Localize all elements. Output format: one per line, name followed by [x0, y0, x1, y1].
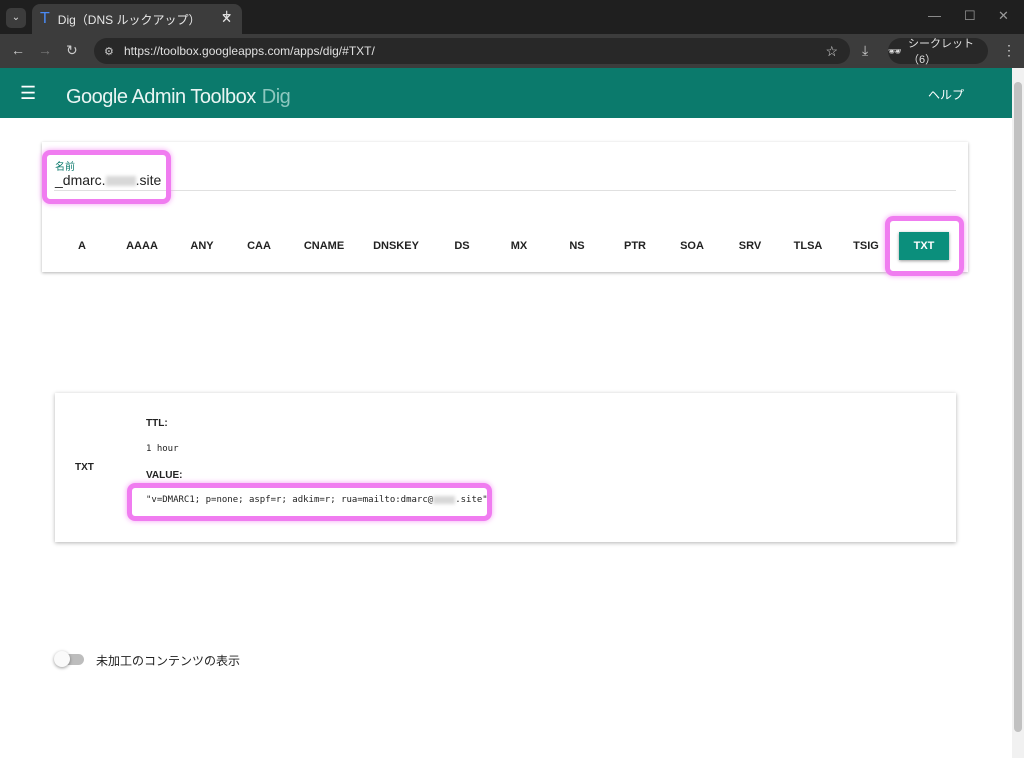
redacted-domain [105, 176, 136, 187]
name-label: 名前 [55, 162, 75, 173]
record-type-ds-button[interactable]: DS [434, 232, 490, 260]
value-label: VALUE: [146, 470, 183, 481]
scrollbar[interactable] [1012, 68, 1024, 758]
favicon-icon: T [40, 10, 50, 27]
ttl-label: TTL: [146, 418, 168, 429]
record-type-mx-button[interactable]: MX [491, 232, 547, 260]
site-settings-icon[interactable]: ⚙ [104, 45, 114, 58]
download-icon[interactable]: ⤓ [862, 42, 868, 59]
record-value: "v=DMARC1; p=none; aspf=r; adkim=r; rua=… [146, 495, 488, 505]
window-close-button[interactable]: ✕ [998, 8, 1009, 24]
record-type-caa-button[interactable]: CAA [231, 232, 287, 260]
app-subtitle: Dig [261, 86, 291, 108]
raw-content-label: 未加工のコンテンツの表示 [96, 654, 241, 668]
record-type-soa-button[interactable]: SOA [664, 232, 720, 260]
record-type-any-button[interactable]: ANY [174, 232, 230, 260]
record-type-ns-button[interactable]: NS [549, 232, 605, 260]
name-input[interactable]: _dmarc. .site [55, 172, 161, 188]
app-title: Google Admin Toolbox Dig [66, 86, 291, 108]
record-type-tlsa-button[interactable]: TLSA [780, 232, 836, 260]
record-type-cname-button[interactable]: CNAME [296, 232, 352, 260]
back-icon[interactable]: ← [11, 42, 25, 58]
hamburger-menu-icon[interactable]: ☰ [20, 83, 36, 104]
input-underline [54, 190, 956, 191]
tab-search-button[interactable]: ⌄ [6, 8, 26, 28]
forward-icon[interactable]: → [38, 42, 52, 58]
bookmark-star-icon[interactable]: ☆ [825, 43, 838, 60]
record-type-srv-button[interactable]: SRV [722, 232, 778, 260]
redacted-domain [433, 495, 456, 504]
maximize-button[interactable]: ☐ [964, 8, 976, 24]
record-type-txt-button[interactable]: TXT [899, 232, 949, 260]
record-type-ptr-button[interactable]: PTR [607, 232, 663, 260]
record-type-tsig-button[interactable]: TSIG [838, 232, 894, 260]
result-card [55, 393, 956, 542]
result-type: TXT [75, 462, 94, 473]
ttl-value: 1 hour [146, 444, 179, 454]
record-type-dnskey-button[interactable]: DNSKEY [368, 232, 424, 260]
new-tab-button[interactable]: + [222, 7, 231, 25]
minimize-button[interactable]: — [928, 8, 941, 23]
browser-tab[interactable]: T Dig（DNS ルックアップ） ✕ [32, 4, 242, 34]
reload-icon[interactable]: ↻ [66, 42, 78, 59]
record-type-a-button[interactable]: A [54, 232, 110, 260]
incognito-icon: 🕶 [888, 45, 902, 58]
address-bar[interactable]: ⚙ https://toolbox.googleapps.com/apps/di… [94, 38, 850, 64]
url-text: https://toolbox.googleapps.com/apps/dig/… [124, 44, 375, 58]
tab-title: Dig（DNS ルックアップ） [57, 12, 201, 27]
raw-content-toggle[interactable] [54, 651, 84, 667]
menu-kebab-icon[interactable]: ⋮ [1002, 42, 1016, 59]
record-type-aaaa-button[interactable]: AAAA [114, 232, 170, 260]
help-link[interactable]: ヘルプ [928, 86, 964, 103]
incognito-badge[interactable]: 🕶 シークレット（6） [888, 38, 988, 66]
incognito-label: シークレット（6） [907, 38, 974, 66]
